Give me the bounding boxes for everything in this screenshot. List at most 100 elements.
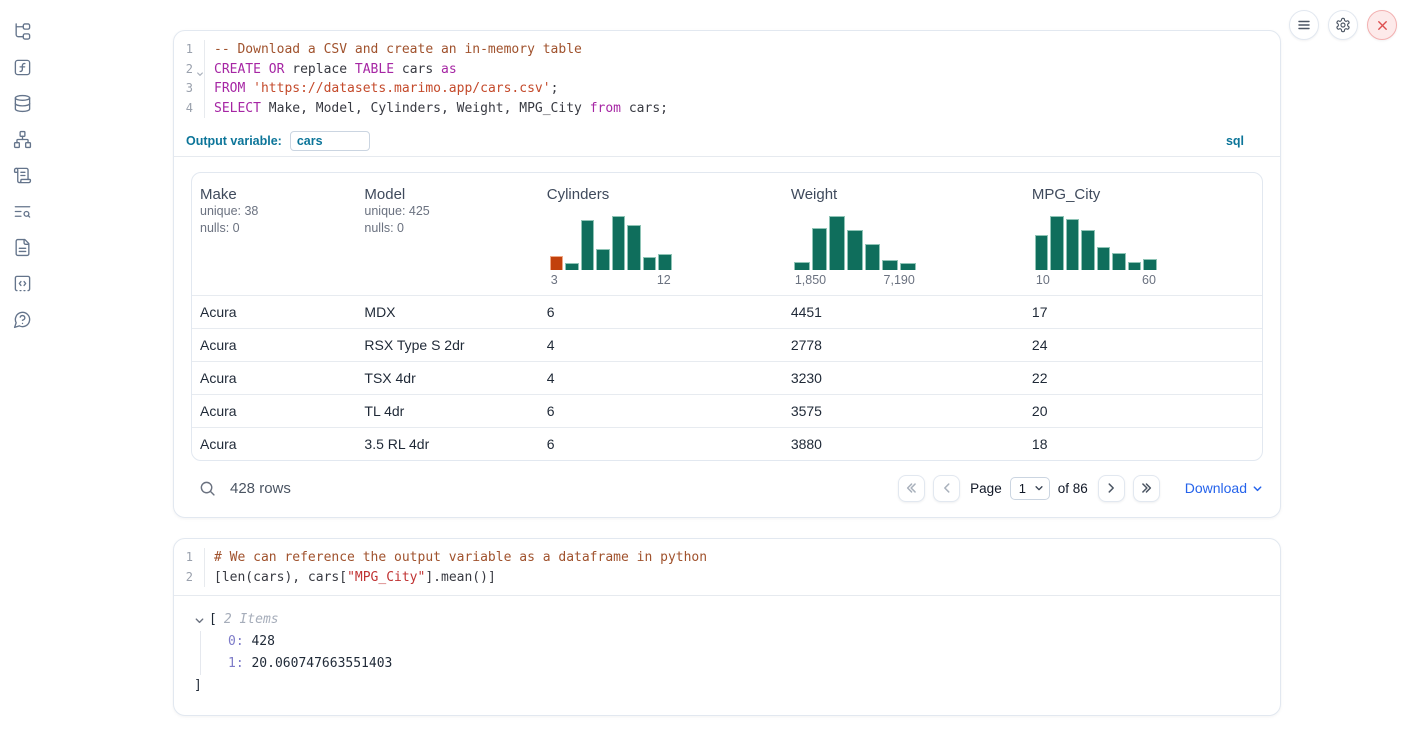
table-row[interactable]: AcuraMDX6445117 — [192, 295, 1262, 328]
code-text: [len(cars), cars["MPG_City"].mean()] — [205, 568, 496, 588]
file-tree-icon — [13, 22, 32, 41]
page-label: Page — [970, 481, 1002, 496]
table-cell: 4 — [539, 337, 783, 353]
sidebar-item-snippets[interactable] — [13, 274, 32, 293]
table-header-row: Makeunique: 38nulls: 0Modelunique: 425nu… — [192, 173, 1262, 295]
sidebar-item-variables[interactable] — [13, 58, 32, 77]
histogram-bar[interactable] — [1112, 253, 1126, 270]
histogram-bar[interactable] — [565, 263, 579, 270]
table-cell: 3.5 RL 4dr — [356, 436, 538, 452]
settings-button[interactable] — [1328, 10, 1358, 40]
histogram-mpg_city[interactable]: 1060 — [1035, 216, 1157, 287]
tree-item: 0: 428 — [228, 631, 1260, 653]
histogram-bar[interactable] — [1143, 259, 1157, 270]
table-cell: 24 — [1024, 337, 1262, 353]
histogram-bar[interactable] — [900, 263, 916, 270]
histogram-bar[interactable] — [581, 220, 595, 270]
histogram-min-label: 1,850 — [795, 273, 826, 287]
download-button[interactable]: Download — [1185, 480, 1263, 496]
sidebar-item-file-explorer[interactable] — [13, 22, 32, 41]
histogram-bar[interactable] — [1128, 262, 1142, 270]
table-cell: MDX — [356, 304, 538, 320]
histogram-bar[interactable] — [643, 257, 657, 271]
table-cell: 22 — [1024, 370, 1262, 386]
column-header-weight[interactable]: Weight1,8507,190 — [783, 173, 1024, 295]
histogram-bar[interactable] — [847, 230, 863, 271]
histogram-bar[interactable] — [1097, 247, 1111, 270]
sql-code-editor[interactable]: 1-- Download a CSV and create an in-memo… — [174, 31, 1280, 126]
shutdown-button[interactable] — [1367, 10, 1397, 40]
help-bubble-icon — [13, 310, 32, 329]
menu-button[interactable] — [1289, 10, 1319, 40]
output-variable-label: Output variable: — [186, 134, 282, 148]
column-header-mpg_city[interactable]: MPG_City 1060 — [1024, 173, 1262, 295]
histogram-bar[interactable] — [1050, 216, 1064, 270]
function-square-icon — [13, 58, 32, 77]
search-icon[interactable] — [199, 480, 216, 497]
table-row[interactable]: Acura3.5 RL 4dr6388018 — [192, 427, 1262, 460]
language-badge[interactable]: sql — [1226, 134, 1244, 148]
table-cell: Acura — [192, 436, 356, 452]
histogram-cylinders[interactable]: 312 — [550, 216, 672, 287]
sidebar-item-dependency-graph[interactable] — [13, 130, 32, 149]
code-line[interactable]: 4SELECT Make, Model, Cylinders, Weight, … — [174, 99, 1280, 119]
histogram-bar[interactable] — [1035, 235, 1049, 270]
table-row[interactable]: AcuraTL 4dr6357520 — [192, 394, 1262, 427]
output-variable-input[interactable] — [290, 131, 370, 151]
prev-page-button[interactable] — [933, 475, 960, 502]
next-page-button[interactable] — [1098, 475, 1125, 502]
column-name: Cylinders — [547, 186, 775, 203]
histogram-bar[interactable] — [794, 262, 810, 270]
line-number: 4 — [174, 99, 205, 119]
sidebar-item-data-sources[interactable] — [13, 94, 32, 113]
line-number: 1 — [174, 40, 205, 60]
tree-item: 1: 20.060747663551403 — [228, 653, 1260, 675]
histogram-bar[interactable] — [550, 256, 564, 270]
table-cell: RSX Type S 2dr — [356, 337, 538, 353]
line-number: 1 — [174, 548, 205, 568]
row-count: 428 rows — [230, 480, 291, 497]
code-line[interactable]: 2CREATE OR replace TABLE cars as — [174, 60, 1280, 80]
last-page-button[interactable] — [1133, 475, 1160, 502]
histogram-weight[interactable]: 1,8507,190 — [794, 216, 916, 287]
data-table: Makeunique: 38nulls: 0Modelunique: 425nu… — [191, 172, 1263, 461]
histogram-bar[interactable] — [658, 254, 672, 270]
table-cell: 17 — [1024, 304, 1262, 320]
items-count-label: 2 Items — [224, 609, 279, 631]
code-line[interactable]: 3FROM 'https://datasets.marimo.app/cars.… — [174, 79, 1280, 99]
line-number: 3 — [174, 79, 205, 99]
sidebar-item-documentation[interactable] — [13, 238, 32, 257]
column-header-make[interactable]: Makeunique: 38nulls: 0 — [192, 173, 356, 295]
histogram-bar[interactable] — [596, 249, 610, 270]
code-line[interactable]: 2[len(cars), cars["MPG_City"].mean()] — [174, 568, 1280, 588]
sidebar-item-logs[interactable] — [13, 202, 32, 221]
sidebar-item-scratchpad[interactable] — [13, 166, 32, 185]
collapse-chevron-icon[interactable] — [194, 615, 205, 626]
histogram-bar[interactable] — [612, 216, 626, 270]
python-code-editor[interactable]: 1# We can reference the output variable … — [174, 539, 1280, 595]
table-row[interactable]: AcuraRSX Type S 2dr4277824 — [192, 328, 1262, 361]
histogram-bar[interactable] — [865, 244, 881, 270]
code-text: -- Download a CSV and create an in-memor… — [205, 40, 582, 60]
histogram-max-label: 12 — [657, 273, 671, 287]
column-name: MPG_City — [1032, 186, 1254, 203]
column-header-model[interactable]: Modelunique: 425nulls: 0 — [356, 173, 538, 295]
code-line[interactable]: 1-- Download a CSV and create an in-memo… — [174, 40, 1280, 60]
histogram-bar[interactable] — [829, 216, 845, 270]
tree-item-key: 0: — [228, 634, 244, 649]
histogram-bar[interactable] — [1066, 219, 1080, 270]
tree-item-key: 1: — [228, 656, 244, 671]
first-page-button[interactable] — [898, 475, 925, 502]
sidebar-item-help[interactable] — [13, 310, 32, 329]
histogram-bar[interactable] — [812, 228, 828, 270]
table-row[interactable]: AcuraTSX 4dr4323022 — [192, 361, 1262, 394]
code-line[interactable]: 1# We can reference the output variable … — [174, 548, 1280, 568]
histogram-bar[interactable] — [627, 225, 641, 270]
column-header-cylinders[interactable]: Cylinders 312 — [539, 173, 783, 295]
histogram-bar[interactable] — [1081, 230, 1095, 270]
scroll-text-icon — [13, 166, 32, 185]
histogram-bar[interactable] — [882, 260, 898, 270]
column-stat: nulls: 0 — [364, 220, 530, 237]
table-body: AcuraMDX6445117AcuraRSX Type S 2dr427782… — [192, 295, 1262, 460]
page-select[interactable]: 1 — [1010, 477, 1050, 500]
